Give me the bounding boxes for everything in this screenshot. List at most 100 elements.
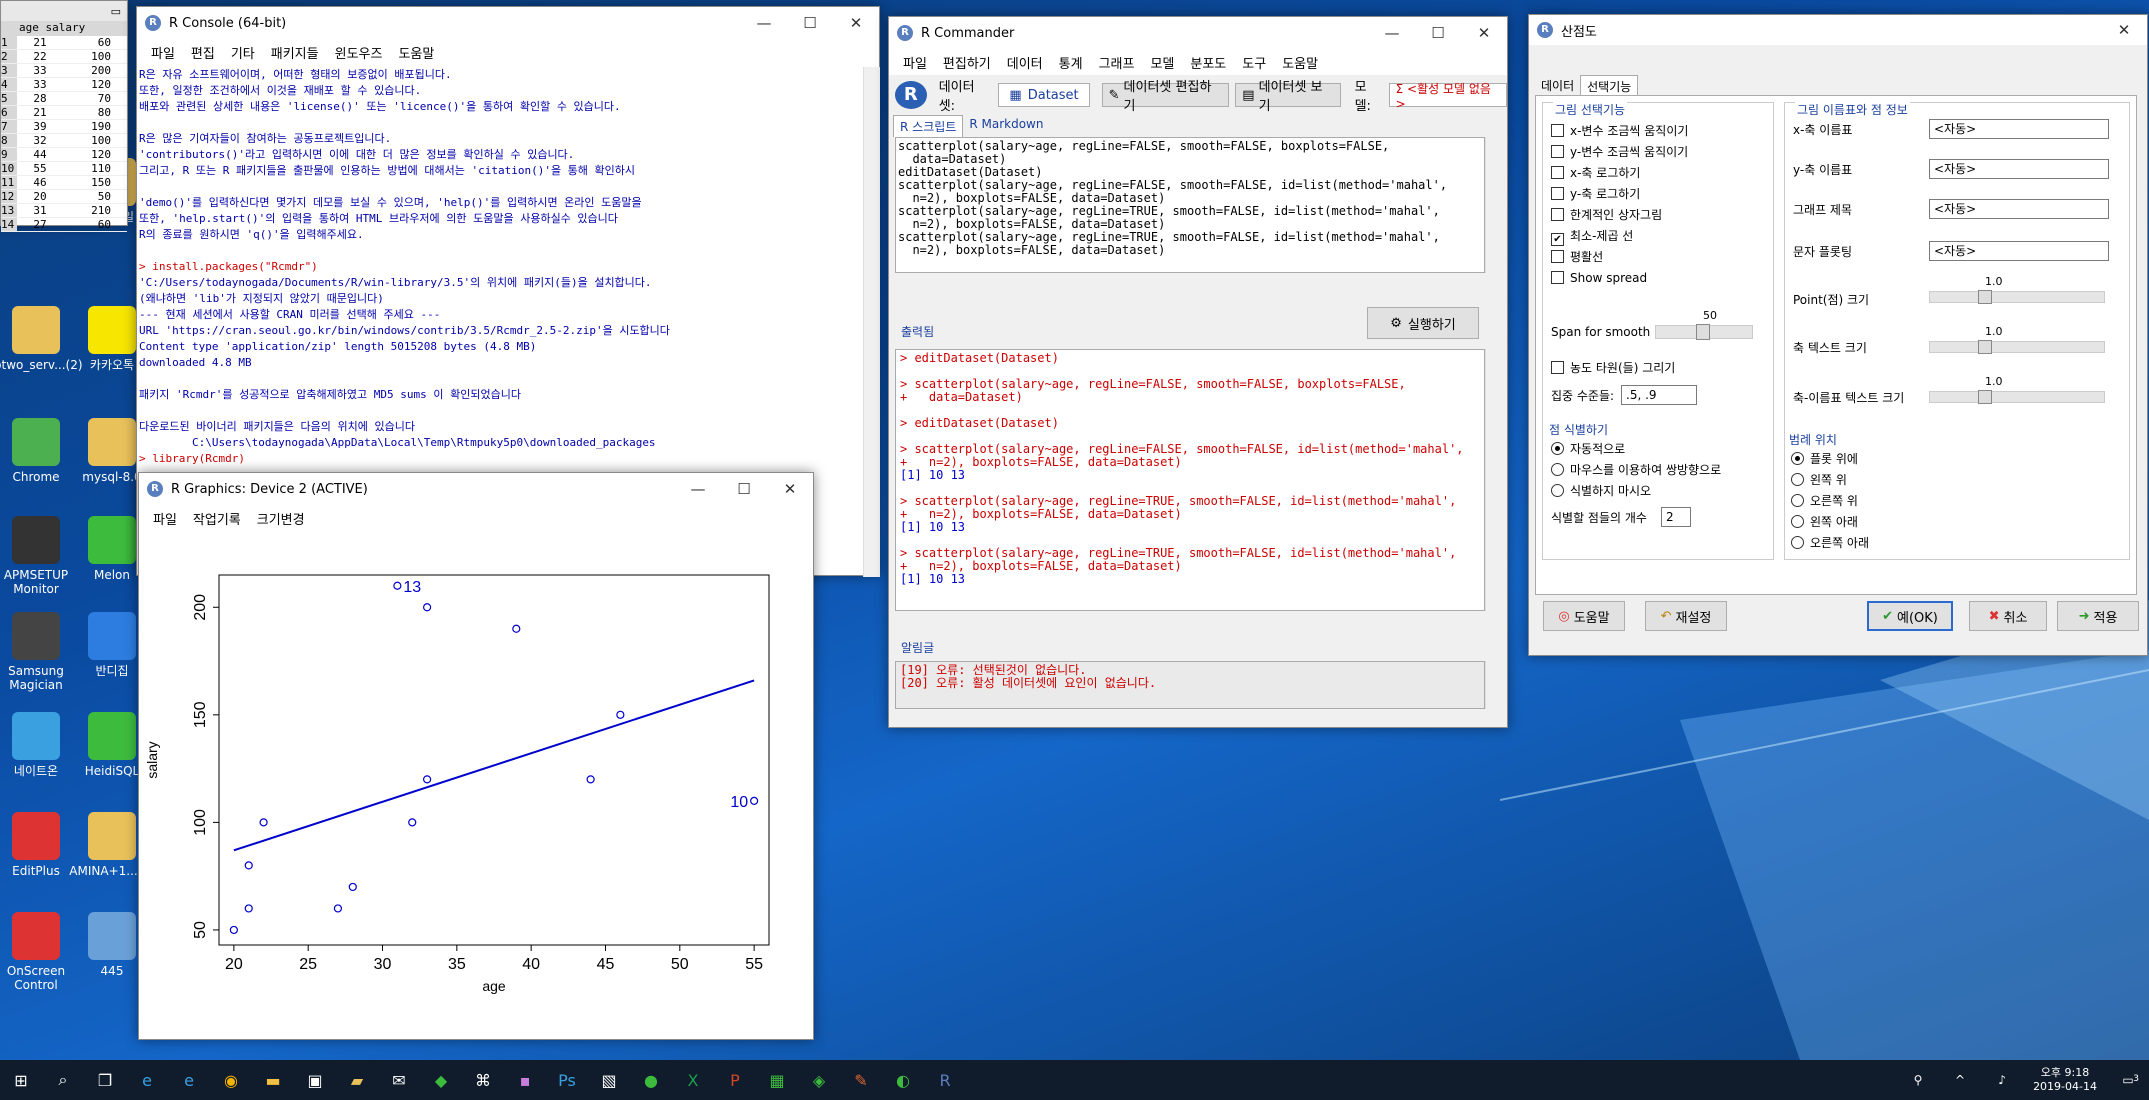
ok-button[interactable]: ✔ 예(OK) xyxy=(1867,601,1953,631)
dataset-button[interactable]: ▦ Dataset xyxy=(998,83,1090,107)
legend-option[interactable]: 오른쪽 위 xyxy=(1791,491,1869,512)
plot-option[interactable]: x-변수 조금씩 움직이기 xyxy=(1551,121,1688,142)
menu-item[interactable]: 도구 xyxy=(1234,53,1274,72)
plotchar-input[interactable]: <자동> xyxy=(1929,241,2109,261)
plot-option[interactable]: ✔ 최소-제곱 선 xyxy=(1551,226,1688,247)
app-icon[interactable]: ▦ xyxy=(756,1060,798,1100)
chevron-up-icon[interactable]: ^ xyxy=(1939,1060,1981,1100)
chrome-icon[interactable]: ◉ xyxy=(210,1060,252,1100)
tab-r-markdown[interactable]: R Markdown xyxy=(963,115,1049,137)
span-slider[interactable] xyxy=(1655,324,1753,340)
run-button[interactable]: ⚙ 실행하기 xyxy=(1367,307,1479,339)
menu-item[interactable]: 그래프 xyxy=(1091,53,1143,72)
messages-pane[interactable]: [19] 오류: 선택된것이 없습니다. [20] 오류: 활성 데이터셋에 요인… xyxy=(895,661,1485,709)
edit-dataset-button[interactable]: ✎ 데이터셋 편집하기 xyxy=(1101,80,1230,114)
tab-options[interactable]: 선택기능 xyxy=(1580,75,1639,97)
search-icon[interactable]: ⌕ xyxy=(42,1060,84,1100)
heidisql-icon[interactable]: ◆ xyxy=(420,1060,462,1100)
start-icon[interactable]: ⊞ xyxy=(0,1060,42,1100)
checkbox-icon[interactable] xyxy=(1551,208,1564,221)
table-row[interactable]: 7 39 190 xyxy=(1,120,127,134)
plot-option[interactable]: 평활선 xyxy=(1551,247,1688,268)
cell-salary[interactable]: 150 xyxy=(63,176,115,189)
hs-icon[interactable]: ◈ xyxy=(798,1060,840,1100)
axis-text-slider[interactable] xyxy=(1929,340,2105,354)
cell-age[interactable]: 39 xyxy=(17,120,63,133)
title-input[interactable]: <자동> xyxy=(1929,199,2109,219)
checkbox-icon[interactable]: ✔ xyxy=(1551,233,1564,246)
table-row[interactable]: 8 32 100 xyxy=(1,134,127,148)
cell-age[interactable]: 33 xyxy=(17,64,63,77)
xlab-input[interactable]: <자동> xyxy=(1929,119,2109,139)
cell-salary[interactable]: 120 xyxy=(63,148,115,161)
restore-icon[interactable]: ▭ xyxy=(111,5,121,18)
cell-salary[interactable]: 100 xyxy=(63,50,115,63)
speaker-icon[interactable]: ♪ xyxy=(1981,1060,2023,1100)
radio-icon[interactable] xyxy=(1551,442,1564,455)
maximize-icon[interactable]: ☐ xyxy=(787,7,833,39)
menu-item[interactable]: 패키지들 xyxy=(263,43,327,62)
ie-icon[interactable]: e xyxy=(126,1060,168,1100)
cell-age[interactable]: 22 xyxy=(17,50,63,63)
mail-icon[interactable]: ✉ xyxy=(378,1060,420,1100)
checkbox-icon[interactable] xyxy=(1551,145,1564,158)
table-row[interactable]: 9 44 120 xyxy=(1,148,127,162)
notepad-icon[interactable]: ▧ xyxy=(588,1060,630,1100)
cell-salary[interactable]: 60 xyxy=(63,36,115,49)
minimize-icon[interactable]: — xyxy=(675,473,721,505)
r-app-icon[interactable]: R xyxy=(924,1060,966,1100)
script-editor[interactable]: scatterplot(salary~age, regLine=FALSE, s… xyxy=(895,137,1485,273)
legend-option[interactable]: 플롯 위에 xyxy=(1791,449,1869,470)
close-icon[interactable]: ✕ xyxy=(1461,17,1507,49)
output-pane[interactable]: > editDataset(Dataset) > scatterplot(sala… xyxy=(895,349,1485,611)
radio-icon[interactable] xyxy=(1791,515,1804,528)
cell-salary[interactable]: 110 xyxy=(63,162,115,175)
cell-salary[interactable]: 100 xyxy=(63,134,115,147)
table-row[interactable]: 2 22 100 xyxy=(1,50,127,64)
reset-button[interactable]: ↶ 재설정 xyxy=(1645,601,1727,631)
tab-data[interactable]: 데이터 xyxy=(1535,75,1580,97)
radio-icon[interactable] xyxy=(1791,494,1804,507)
point-size-slider[interactable] xyxy=(1929,290,2105,304)
checkbox-icon[interactable] xyxy=(1551,187,1564,200)
cell-age[interactable]: 21 xyxy=(17,36,63,49)
clock[interactable]: 오후 9:18 2019-04-14 xyxy=(2033,1066,2097,1094)
maximize-icon[interactable]: ☐ xyxy=(721,473,767,505)
identify-option[interactable]: 식별하지 마시오 xyxy=(1551,481,1721,502)
minimize-icon[interactable]: — xyxy=(1369,17,1415,49)
table-row[interactable]: 10 55 110 xyxy=(1,162,127,176)
menu-item[interactable]: 파일 xyxy=(895,53,935,72)
cell-salary[interactable]: 190 xyxy=(63,120,115,133)
cell-age[interactable]: 32 xyxy=(17,134,63,147)
close-icon[interactable]: ✕ xyxy=(833,7,879,39)
edge-icon[interactable]: e xyxy=(168,1060,210,1100)
maximize-icon[interactable]: ☐ xyxy=(1415,17,1461,49)
cell-salary[interactable]: 60 xyxy=(63,218,115,231)
cell-age[interactable]: 27 xyxy=(17,218,63,231)
ylab-input[interactable]: <자동> xyxy=(1929,159,2109,179)
plot-option[interactable]: 한계적인 상자그림 xyxy=(1551,205,1688,226)
store-icon[interactable]: ▣ xyxy=(294,1060,336,1100)
cell-age[interactable]: 20 xyxy=(17,190,63,203)
menu-item[interactable]: 편집 xyxy=(183,43,223,62)
menu-item[interactable]: 파일 xyxy=(143,43,183,62)
radio-icon[interactable] xyxy=(1551,484,1564,497)
cell-age[interactable]: 21 xyxy=(17,106,63,119)
menu-item[interactable]: 작업기록 xyxy=(185,509,249,528)
legend-option[interactable]: 왼쪽 위 xyxy=(1791,470,1869,491)
table-row[interactable]: 1 21 60 xyxy=(1,36,127,50)
cell-age[interactable]: 33 xyxy=(17,78,63,91)
network-icon[interactable]: ⌘ xyxy=(462,1060,504,1100)
messages-scrollbar[interactable] xyxy=(1485,661,1502,709)
table-row[interactable]: 14 27 60 xyxy=(1,218,127,232)
cell-salary[interactable]: 50 xyxy=(63,190,115,203)
table-row[interactable]: 13 31 210 xyxy=(1,204,127,218)
green-app-icon[interactable]: ◐ xyxy=(882,1060,924,1100)
task-view-icon[interactable]: ❐ xyxy=(84,1060,126,1100)
checkbox-icon[interactable] xyxy=(1551,361,1564,374)
notification-icon[interactable]: ▭ 3 xyxy=(2107,1060,2149,1100)
radio-icon[interactable] xyxy=(1791,452,1804,465)
cell-age[interactable]: 28 xyxy=(17,92,63,105)
r-console-scrollbar[interactable] xyxy=(863,67,880,577)
npoints-spinbox[interactable]: 2 xyxy=(1661,507,1691,527)
